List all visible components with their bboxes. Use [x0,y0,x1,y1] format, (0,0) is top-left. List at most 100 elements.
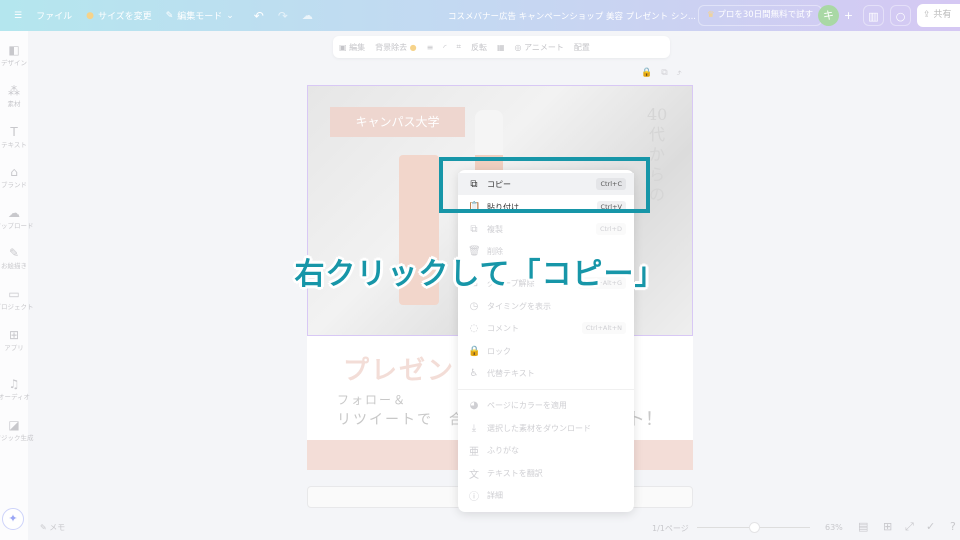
menu-label: 代替テキスト [487,368,535,378]
zoom-level[interactable]: 63% [825,523,843,532]
menu-item-lock[interactable]: 🔒 ロック [458,340,634,362]
chevron-down-icon: ⌄ [226,10,234,21]
share-icon: ⇪ [923,10,931,20]
bg-remove-button[interactable]: 背景除去 ● [375,42,417,53]
context-menu: ⧉ コピー Ctrl+C 📋 貼り付け Ctrl+V ⧉ 複製 Ctrl+D 🗑 削除 ⊡ グル… [458,170,634,512]
duplicate-icon: ⧉ [470,223,478,235]
analytics-icon[interactable]: ▥ [863,5,884,26]
sidebar-item-design[interactable]: ◧ デザイン [0,43,28,67]
check-icon[interactable]: ✓ [926,520,935,533]
document-title[interactable]: コスメバナー広告 キャンペーンショップ 美容 プレゼント シン... [448,10,696,22]
share-label: 共有 [933,10,952,20]
sidebar-item-magic[interactable]: ◪ マジック生成 [0,418,34,442]
pro-label: プロを30日間無料で試す [717,10,814,20]
sidebar-label: プロジェクト [0,303,34,311]
transparency-icon[interactable]: ▦ [497,43,505,52]
animate-label: アニメート [524,42,564,52]
menu-divider [458,389,634,390]
sidebar-item-elements[interactable]: ⁂ 素材 [0,84,28,108]
sidebar-label: ブランド [1,181,27,189]
furigana-icon: 亜 [469,446,479,458]
undo-icon[interactable]: ↶ [254,9,264,23]
highlight-box [439,157,650,213]
menu-item-apply-colors[interactable]: ◕ ページにカラーを適用 [458,394,634,416]
menu-shortcut: Ctrl+Alt+N [581,322,626,334]
grid-view-icon[interactable]: ⊞ [883,520,892,533]
menu-item-duplicate[interactable]: ⧉ 複製 Ctrl+D [458,218,634,240]
text-icon: T [10,125,18,139]
edit-label: 編集 [349,42,366,52]
menu-label: 詳細 [487,490,503,500]
info-icon: ⓘ [469,491,479,503]
zoom-slider[interactable] [697,522,810,533]
flip-button[interactable]: 反転 [471,42,487,53]
menu-item-info[interactable]: ⓘ 詳細 [458,484,634,506]
menu-icon[interactable]: ☰ [14,11,22,21]
position-button[interactable]: 配置 [574,42,590,53]
corner-radius-icon[interactable]: ◜ [443,43,446,52]
layout-icon: ◧ [8,43,20,57]
comment-icon[interactable]: ○ [890,5,911,26]
pro-trial-button[interactable]: ♛ プロを30日間無料で試す [698,5,823,26]
menu-item-alt-text[interactable]: ♿ 代替テキスト [458,362,634,384]
apps-icon: ⊞ [8,328,20,342]
sidebar-item-brand[interactable]: ⌂ ブランド [0,165,28,189]
avatar[interactable]: キ [818,5,839,26]
canvas-actions: 🔒⧉⤴ [641,68,691,78]
menu-label: ロック [487,346,511,356]
menu-item-comment[interactable]: ◌ コメント Ctrl+Alt+N [458,317,634,339]
menu-label: ふりがな [487,445,519,455]
sidebar-label: アプリ [4,344,24,352]
menu-label: コメント [487,323,519,333]
sidebar-item-text[interactable]: T テキスト [0,125,28,149]
edit-image-button[interactable]: ▣ 編集 [339,42,365,53]
edit-mode-dropdown[interactable]: ✎ 編集モード ⌄ [165,9,234,23]
sidebar-item-audio[interactable]: ♫ オーディオ [0,377,30,401]
menu-item-furigana[interactable]: 亜ふりがな [458,439,634,461]
zoom-slider-handle[interactable] [748,522,760,533]
lock-icon: 🔒 [468,345,481,357]
animate-button[interactable]: ◎ アニメート [515,42,564,53]
bg-remove-label: 背景除去 [375,42,408,52]
file-menu[interactable]: ファイル [36,9,72,22]
resize-label: サイズを変更 [97,12,152,22]
sidebar-label: テキスト [1,141,27,149]
share-button[interactable]: ⇪ 共有 [917,4,960,27]
menu-item-translate[interactable]: 文テキストを翻訳 [458,462,634,484]
menu-item-timing[interactable]: ◷ タイミングを表示 [458,295,634,317]
sidebar-item-apps[interactable]: ⊞ アプリ [0,328,28,352]
music-icon: ♫ [8,377,20,391]
shapes-icon: ⁂ [8,84,20,98]
context-toolbar: ▣ 編集 背景除去 ● ≡ ◜ ⌗ 反転 ▦ ◎ アニメート 配置 [333,36,670,58]
fullscreen-icon[interactable]: ⤢ [905,520,914,534]
body-text-1[interactable]: フォロー＆ [337,391,407,408]
add-page-icon[interactable]: ⤴ [677,68,691,78]
upload-icon: ☁ [8,206,20,220]
crown-icon: ♛ [707,10,715,20]
redo-icon[interactable]: ↷ [278,9,288,23]
resize-button[interactable]: ● サイズを変更 [86,9,152,23]
menu-label: タイミングを表示 [487,301,551,311]
notes-label: メモ [49,523,66,532]
sidebar-label: 素材 [7,100,21,108]
menu-item-download[interactable]: ⤓ 選択した素材をダウンロード [458,417,634,439]
help-icon[interactable]: ? [950,520,956,533]
page-indicator[interactable]: 1/1ページ [652,523,689,534]
pencil-icon: ✎ [165,10,174,21]
crown-icon: ● [86,10,94,21]
brand-icon: ⌂ [10,165,18,179]
thumbnails-icon[interactable]: ▤ [858,520,868,533]
notes-button[interactable]: ✎ メモ [40,522,65,533]
sidebar-label: マジック生成 [0,434,34,442]
sidebar-label: デザイン [1,59,27,67]
crop-icon[interactable]: ⌗ [456,42,461,52]
menu-label: 複製 [487,224,503,234]
sidebar-label: オーディオ [0,393,31,401]
lock-icon[interactable]: 🔒 [641,68,661,78]
add-user-icon[interactable]: + [838,5,859,26]
top-bar: ☰ ファイル ● サイズを変更 ✎ 編集モード ⌄ ↶ ↷ ☁ コスメバナー広告 キャ… [0,0,960,31]
sidebar-item-upload[interactable]: ☁ アップロード [0,206,34,230]
notes-icon: ✎ [40,523,47,532]
duplicate-icon[interactable]: ⧉ [661,68,676,78]
border-style-icon[interactable]: ≡ [427,43,434,52]
